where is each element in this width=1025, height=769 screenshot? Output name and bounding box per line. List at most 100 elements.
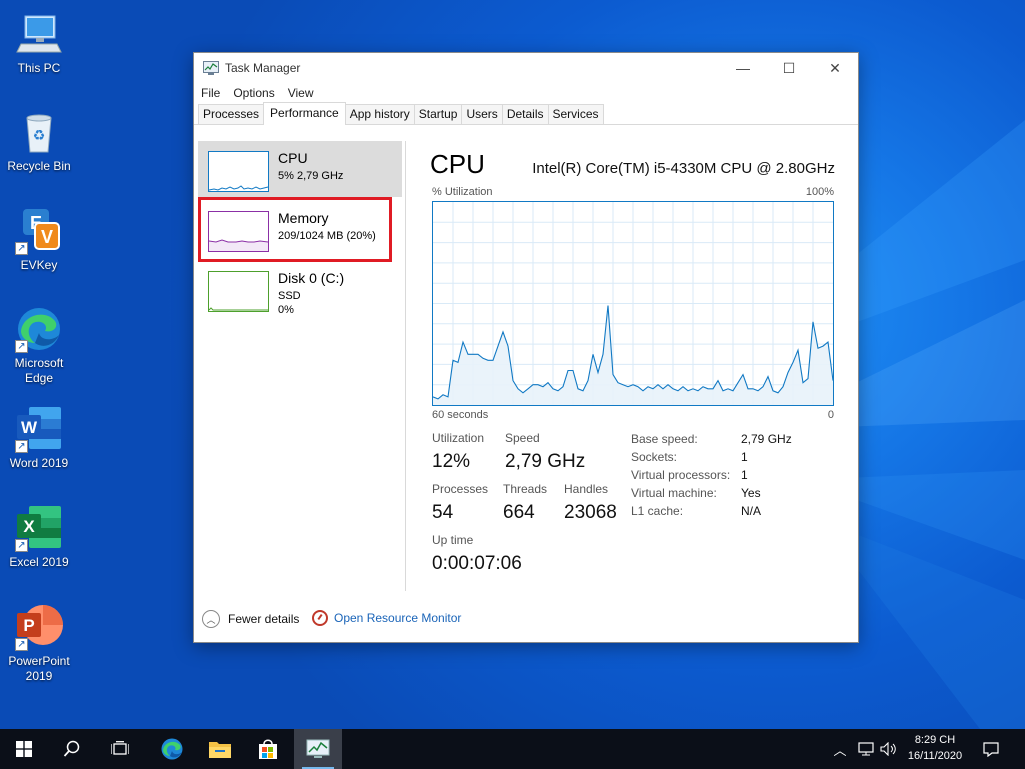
svg-text:W: W <box>21 418 38 437</box>
footer: ︿ Fewer details Open Resource Monitor <box>194 606 858 636</box>
window-title: Task Manager <box>225 61 301 75</box>
resource-usage: 5% 2,79 GHz <box>278 170 344 182</box>
taskbar: ︿ 8:29 CH 16/11/2020 <box>0 729 1025 769</box>
word-icon: W ↗ <box>15 405 63 453</box>
shortcut-arrow-icon: ↗ <box>15 638 28 651</box>
tab-services[interactable]: Services <box>547 104 604 124</box>
svg-text:X: X <box>23 517 35 536</box>
time-axis-end: 0 <box>827 409 834 421</box>
desktop-icon-label: Word 2019 <box>9 456 69 470</box>
resource-title: CPU <box>430 149 485 179</box>
open-resource-monitor-link[interactable]: Open Resource Monitor <box>312 610 461 626</box>
fewer-details-label: Fewer details <box>228 612 300 626</box>
desktop-icon-excel[interactable]: X ↗ Excel 2019 <box>4 504 74 570</box>
edge-icon <box>161 738 183 760</box>
detail-value: N/A <box>741 504 762 518</box>
excel-icon: X ↗ <box>15 504 63 552</box>
taskbar-store-button[interactable] <box>244 729 292 769</box>
chevron-up-icon: ︿ <box>202 610 220 628</box>
resource-item-disk[interactable]: Disk 0 (C:) SSD 0% <box>198 261 402 317</box>
memory-highlight-box <box>198 197 392 262</box>
desktop-icon-label: Microsoft Edge <box>14 356 64 385</box>
desktop-icon-powerpoint[interactable]: P ↗ PowerPoint 2019 <box>4 603 74 684</box>
taskbar-file-explorer-button[interactable] <box>196 729 244 769</box>
search-button[interactable] <box>48 729 96 769</box>
minimize-button[interactable]: — <box>720 53 766 83</box>
cpu-thumbnail-graph <box>208 151 269 192</box>
processes-label: Processes <box>432 482 489 496</box>
this-pc-icon <box>15 10 63 58</box>
speed-value: 2,79 GHz <box>505 451 586 472</box>
utilization-axis-max: 100% <box>805 186 834 198</box>
tab-app-history[interactable]: App history <box>344 104 415 124</box>
utilization-value: 12% <box>432 451 471 472</box>
resource-type: SSD <box>278 290 301 302</box>
handles-value: 23068 <box>564 502 617 523</box>
detail-value: Yes <box>741 486 761 500</box>
threads-value: 664 <box>503 502 535 523</box>
edge-icon: ↗ <box>15 305 63 353</box>
desktop-icon-label: Recycle Bin <box>7 159 71 173</box>
maximize-button[interactable]: ☐ <box>766 53 812 83</box>
clock[interactable]: 8:29 CH 16/11/2020 <box>903 732 967 764</box>
desktop-icon-evkey[interactable]: EV ↗ EVKey <box>4 207 74 273</box>
utilization-label: Utilization <box>432 431 485 445</box>
task-manager-icon <box>203 61 219 75</box>
resource-name: Disk 0 (C:) <box>278 270 345 286</box>
task-view-icon <box>111 741 129 755</box>
handles-label: Handles <box>564 482 609 496</box>
menu-view[interactable]: View <box>288 86 314 100</box>
folder-icon <box>209 742 231 758</box>
desktop-icon-this-pc[interactable]: This PC <box>4 10 74 76</box>
start-button[interactable] <box>0 729 48 769</box>
close-button[interactable]: ✕ <box>812 53 858 83</box>
menu-file[interactable]: File <box>201 86 220 100</box>
clock-date: 16/11/2020 <box>907 750 963 762</box>
cpu-utilization-graph <box>432 201 834 406</box>
resource-monitor-icon <box>312 610 328 626</box>
task-view-button[interactable] <box>96 729 144 769</box>
store-icon <box>259 739 277 759</box>
task-manager-icon <box>306 739 330 758</box>
task-manager-window: Task Manager — ☐ ✕ File Options View Pro… <box>193 52 859 643</box>
tab-details[interactable]: Details <box>501 104 549 124</box>
detail-label: Virtual machine: <box>631 486 717 500</box>
time-axis-label: 60 seconds <box>432 409 489 421</box>
processes-value: 54 <box>432 502 454 523</box>
shortcut-arrow-icon: ↗ <box>15 340 28 353</box>
tab-users[interactable]: Users <box>461 104 503 124</box>
title-bar[interactable]: Task Manager — ☐ ✕ <box>194 53 858 83</box>
open-resource-monitor-label: Open Resource Monitor <box>334 611 462 625</box>
network-button[interactable] <box>855 729 877 769</box>
taskbar-edge-button[interactable] <box>148 729 196 769</box>
clock-time: 8:29 CH <box>914 734 956 746</box>
desktop-icon-label: PowerPoint 2019 <box>8 654 70 683</box>
detail-value: 1 <box>741 450 748 464</box>
shortcut-arrow-icon: ↗ <box>15 242 28 255</box>
search-icon <box>63 740 80 757</box>
uptime-value: 0:00:07:06 <box>432 553 522 574</box>
processor-name: Intel(R) Core(TM) i5-4330M CPU @ 2.80GHz <box>532 160 835 177</box>
tab-performance[interactable]: Performance <box>263 102 346 125</box>
detail-value: 1 <box>741 468 748 482</box>
desktop-icon-word[interactable]: W ↗ Word 2019 <box>4 405 74 471</box>
svg-text:V: V <box>41 227 53 247</box>
volume-button[interactable] <box>878 729 900 769</box>
tab-processes[interactable]: Processes <box>198 104 265 124</box>
resource-item-cpu[interactable]: CPU 5% 2,79 GHz <box>198 141 402 197</box>
tab-startup[interactable]: Startup <box>413 104 463 124</box>
action-center-button[interactable] <box>976 729 1006 769</box>
disk-thumbnail-graph <box>208 271 269 312</box>
desktop-icon-edge[interactable]: ↗ Microsoft Edge <box>4 305 74 386</box>
menu-options[interactable]: Options <box>233 86 274 100</box>
svg-text:♻: ♻ <box>33 127 46 143</box>
fewer-details-button[interactable]: ︿ Fewer details <box>202 610 299 628</box>
threads-label: Threads <box>503 482 548 496</box>
desktop-icon-label: Excel 2019 <box>9 555 69 569</box>
resource-usage: 0% <box>278 304 294 316</box>
windows-logo-icon <box>16 741 32 757</box>
svg-text:P: P <box>23 616 34 635</box>
show-hidden-icons-button[interactable]: ︿ <box>830 729 850 769</box>
taskbar-task-manager-button[interactable] <box>294 729 342 769</box>
desktop-icon-recycle-bin[interactable]: ♻ Recycle Bin <box>4 108 74 174</box>
